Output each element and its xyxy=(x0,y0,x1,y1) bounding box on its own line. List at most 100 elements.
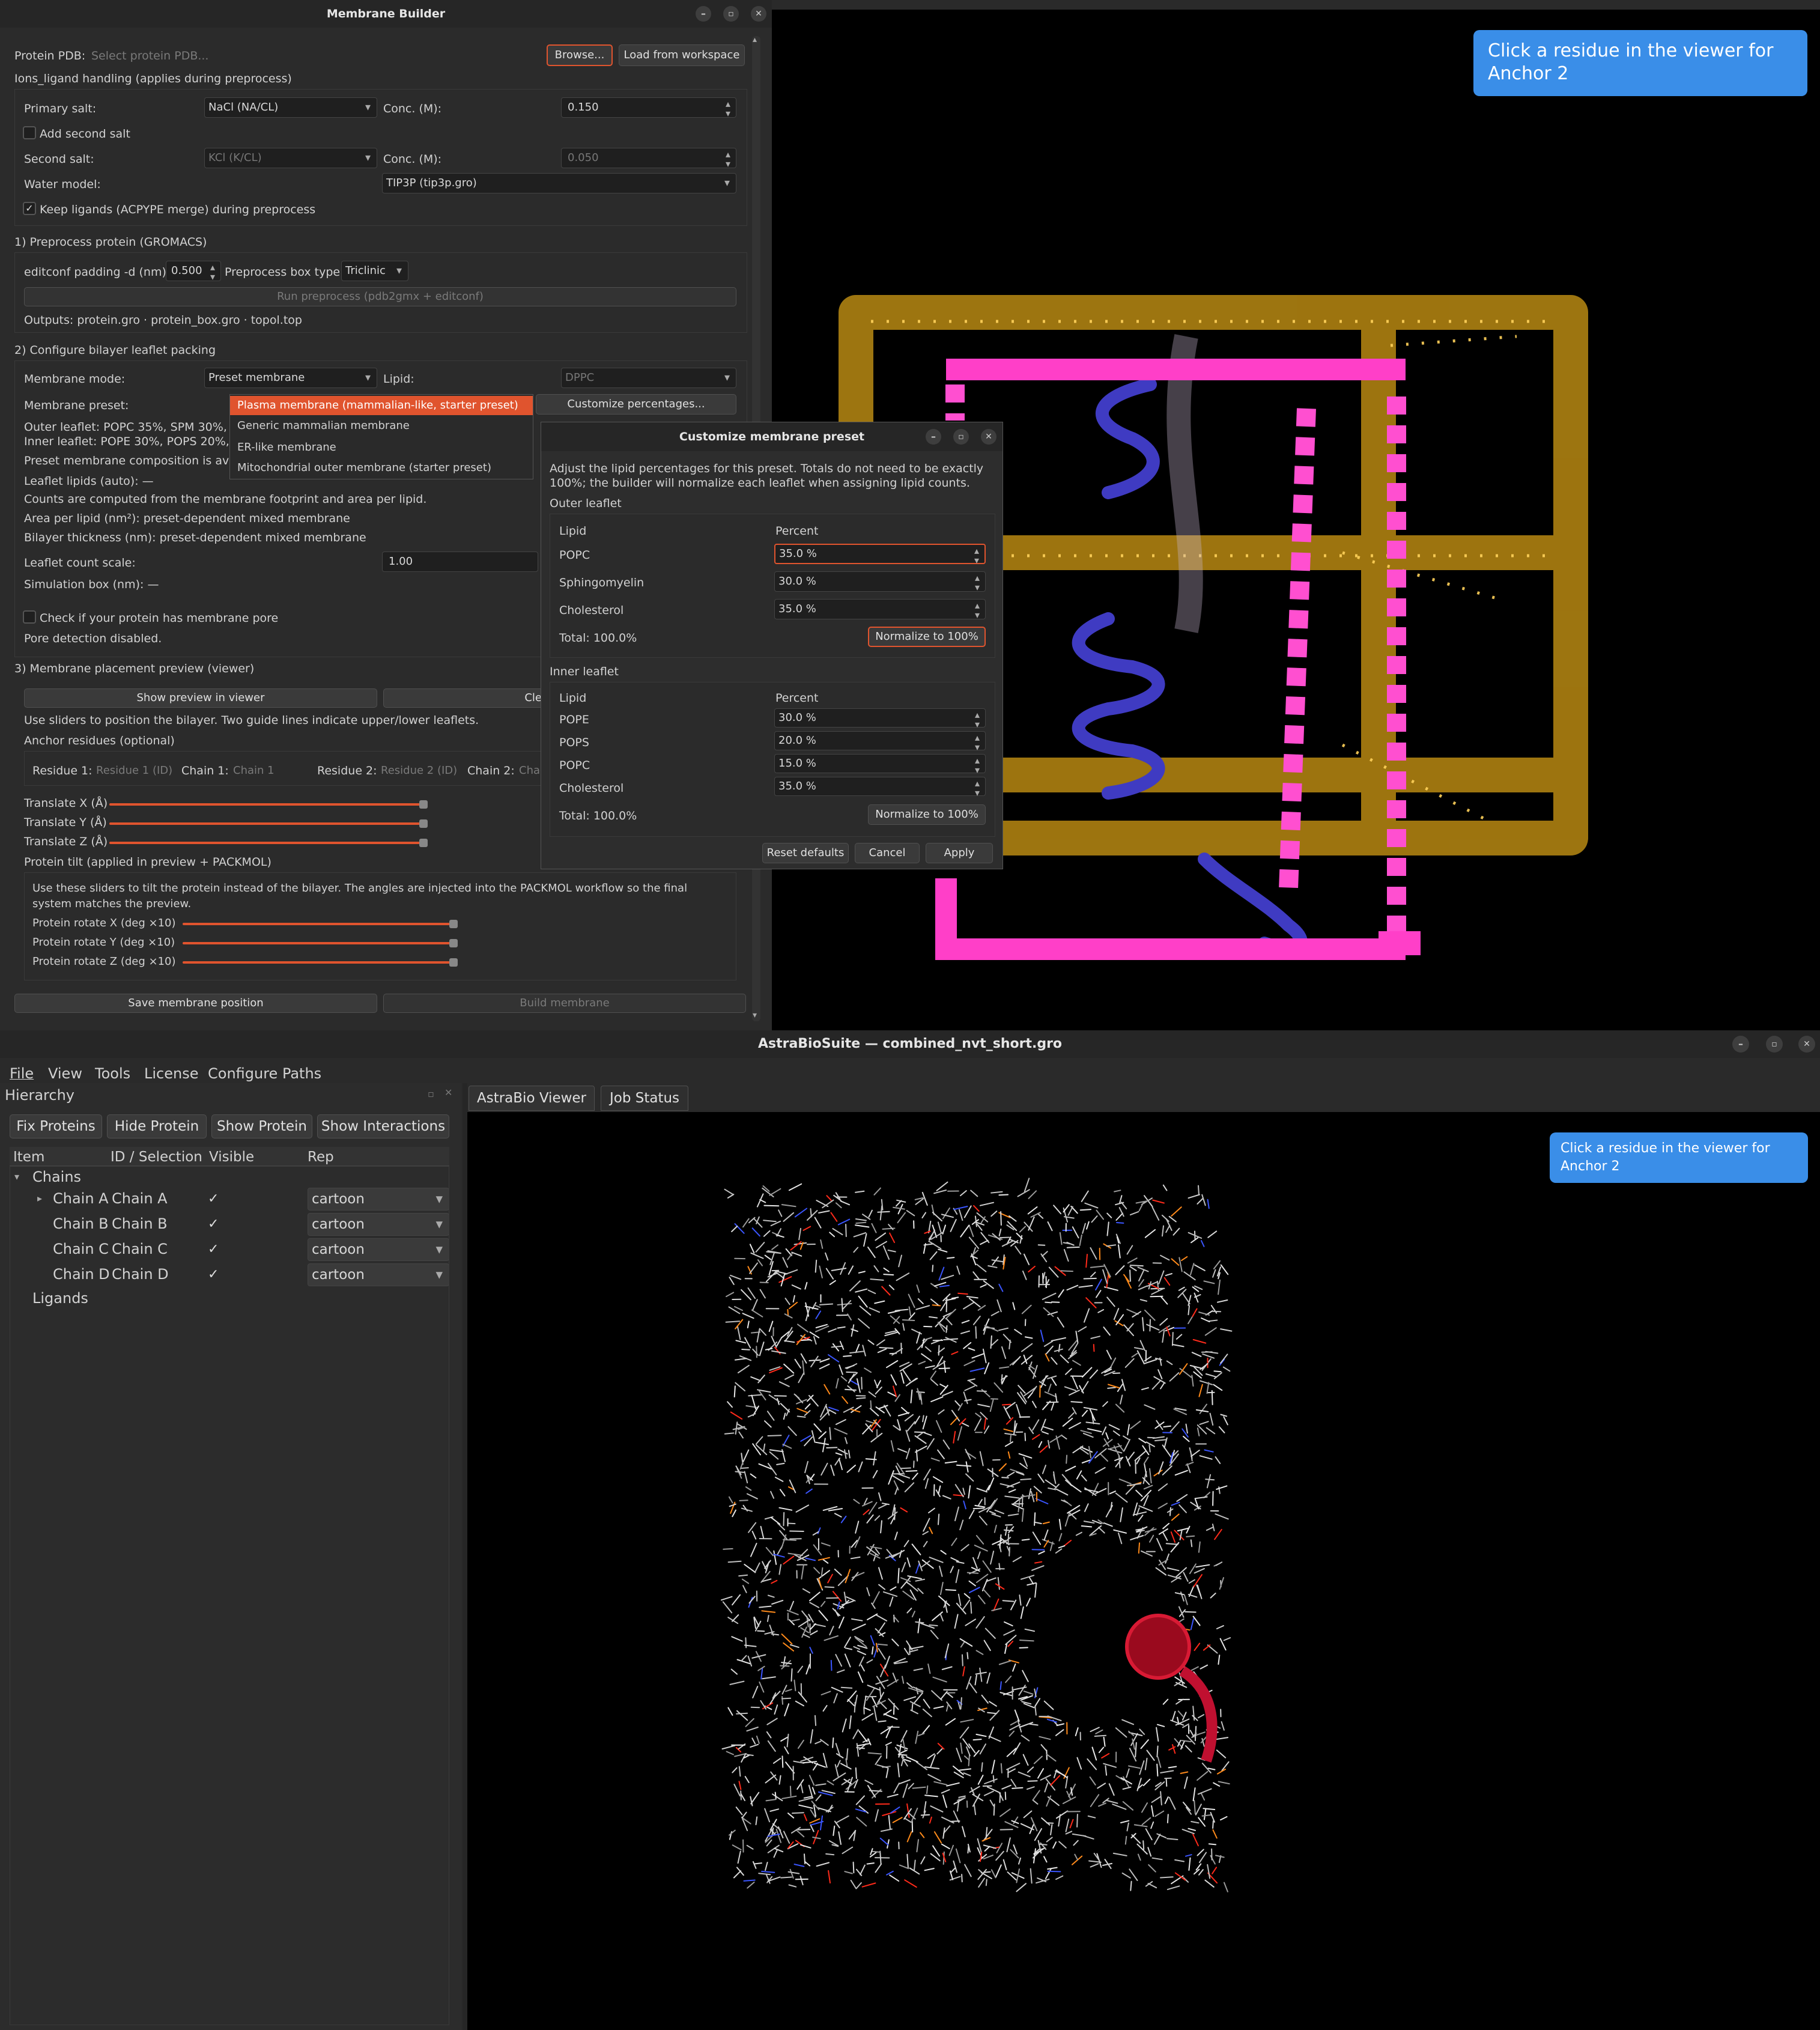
inner-row-percent[interactable]: 35.0 % ▴ ▾ xyxy=(774,777,986,798)
slider-handle[interactable] xyxy=(449,920,458,928)
panel-float-icon[interactable]: ▫ xyxy=(428,1088,434,1099)
inner-row-percent[interactable]: 20.0 % ▴ ▾ xyxy=(774,731,986,752)
load-from-workspace-button[interactable]: Load from workspace xyxy=(619,44,745,66)
col-rep[interactable]: Rep xyxy=(308,1149,334,1165)
water-model-select[interactable]: TIP3P (tip3p.gro) ▾ xyxy=(382,173,736,193)
close-icon[interactable]: ✕ xyxy=(751,6,766,22)
inner-row-percent-value: 35.0 % xyxy=(778,780,816,792)
add-second-salt-checkbox[interactable] xyxy=(23,126,36,139)
rotate-z-slider[interactable] xyxy=(183,961,454,964)
maximize-icon[interactable]: ▫ xyxy=(1766,1036,1783,1053)
minimize-icon[interactable]: – xyxy=(926,429,941,445)
preset-option[interactable]: Plasma membrane (mammalian-like, starter… xyxy=(230,396,533,415)
build-membrane-button[interactable]: Build membrane xyxy=(383,994,746,1013)
spin-down-icon[interactable]: ▾ xyxy=(975,583,980,592)
menu-tools[interactable]: Tools xyxy=(95,1065,130,1082)
membrane-pore-checkbox[interactable] xyxy=(23,610,36,624)
show-protein-button[interactable]: Show Protein xyxy=(211,1114,312,1138)
preprocess-section-title: 1) Preprocess protein (GROMACS) xyxy=(14,236,207,249)
residue-1-input[interactable]: Residue 1 (ID) xyxy=(96,764,172,777)
show-preview-button[interactable]: Show preview in viewer xyxy=(24,688,377,708)
protein-pdb-input[interactable]: Select protein PDB... xyxy=(91,49,208,62)
translate-y-slider[interactable] xyxy=(109,822,423,825)
membrane-pore-label: Check if your protein has membrane pore xyxy=(40,612,279,625)
spin-down-icon[interactable]: ▾ xyxy=(210,272,215,282)
slider-handle[interactable] xyxy=(419,819,428,828)
close-icon[interactable]: ✕ xyxy=(1798,1036,1815,1053)
scroll-down-icon[interactable]: ▾ xyxy=(753,1010,757,1020)
spin-down-icon[interactable]: ▾ xyxy=(975,743,980,752)
tab-job-status[interactable]: Job Status xyxy=(601,1086,688,1111)
slider-handle[interactable] xyxy=(449,939,458,947)
col-item[interactable]: Item xyxy=(13,1149,44,1165)
translate-x-slider[interactable] xyxy=(109,803,423,806)
spin-down-icon[interactable]: ▾ xyxy=(726,109,730,118)
inner-row-percent[interactable]: 30.0 % ▴ ▾ xyxy=(774,708,986,729)
menu-view[interactable]: View xyxy=(48,1065,82,1082)
tab-astrabio-viewer[interactable]: AstraBio Viewer xyxy=(469,1086,595,1111)
lipid-select[interactable]: DPPC ▾ xyxy=(561,368,736,388)
second-salt-select[interactable]: KCl (K/CL) ▾ xyxy=(204,148,377,168)
editconf-spin[interactable]: 0.500 ▴ ▾ xyxy=(166,261,221,282)
menu-configure-paths[interactable]: Configure Paths xyxy=(208,1065,321,1082)
chevron-down-icon: ▾ xyxy=(365,371,371,384)
maximize-icon[interactable]: ▫ xyxy=(723,6,739,22)
browse-button[interactable]: Browse... xyxy=(547,44,613,66)
second-conc-spin[interactable]: 0.050 ▴ ▾ xyxy=(561,148,736,169)
slider-handle[interactable] xyxy=(419,800,428,809)
spin-down-icon[interactable]: ▾ xyxy=(726,159,730,169)
primary-conc-spin[interactable]: 0.150 ▴ ▾ xyxy=(561,97,736,118)
preset-option[interactable]: ER-like membrane xyxy=(230,438,533,457)
save-membrane-position-button[interactable]: Save membrane position xyxy=(14,994,377,1013)
hide-protein-button[interactable]: Hide Protein xyxy=(107,1114,207,1138)
menu-file[interactable]: File xyxy=(10,1065,34,1082)
chain-2-input[interactable]: Chai xyxy=(519,764,543,777)
primary-salt-select[interactable]: NaCl (NA/CL) ▾ xyxy=(204,97,377,118)
bottom-viewer[interactable]: Click a residue in the viewer for Anchor… xyxy=(467,1112,1820,2030)
minimize-icon[interactable]: – xyxy=(1732,1036,1749,1053)
apply-button[interactable]: Apply xyxy=(926,843,993,863)
spin-down-icon[interactable]: ▾ xyxy=(975,720,980,729)
outer-normalize-button[interactable]: Normalize to 100% xyxy=(868,627,986,647)
col-id-selection[interactable]: ID / Selection xyxy=(111,1149,202,1165)
keep-ligands-checkbox[interactable]: ✓ xyxy=(23,202,36,215)
clear-preview-button[interactable]: Clea xyxy=(383,688,551,708)
translate-z-slider[interactable] xyxy=(109,842,423,844)
reset-defaults-button[interactable]: Reset defaults xyxy=(762,843,849,863)
inner-normalize-button[interactable]: Normalize to 100% xyxy=(868,804,986,825)
outer-row-percent[interactable]: 35.0 % ▴ ▾ xyxy=(774,599,986,620)
spin-down-icon[interactable]: ▾ xyxy=(975,765,980,775)
anchor-tooltip: Click a residue in the viewer for Anchor… xyxy=(1473,30,1807,96)
chain-1-input[interactable]: Chain 1 xyxy=(233,764,275,777)
inner-row-percent[interactable]: 15.0 % ▴ ▾ xyxy=(774,754,986,775)
show-interactions-button[interactable]: Show Interactions xyxy=(317,1114,449,1138)
protein-pdb-label: Protein PDB: xyxy=(14,49,86,62)
preset-option[interactable]: Generic mammalian membrane xyxy=(230,416,533,436)
rotate-y-slider[interactable] xyxy=(183,942,454,944)
cancel-button[interactable]: Cancel xyxy=(855,843,920,863)
menu-license[interactable]: License xyxy=(144,1065,198,1082)
anchor-tooltip: Click a residue in the viewer for Anchor… xyxy=(1550,1132,1808,1183)
rotate-x-slider[interactable] xyxy=(183,923,454,925)
customize-percentages-button[interactable]: Customize percentages... xyxy=(536,394,736,415)
scroll-up-icon[interactable]: ▴ xyxy=(753,35,757,44)
close-icon[interactable]: ✕ xyxy=(981,429,996,445)
preset-option[interactable]: Mitochondrial outer membrane (starter pr… xyxy=(230,458,533,478)
col-visible[interactable]: Visible xyxy=(209,1149,254,1165)
residue-2-input[interactable]: Residue 2 (ID) xyxy=(381,764,457,777)
count-scale-spin[interactable]: 1.00 xyxy=(382,552,538,572)
run-preprocess-button[interactable]: Run preprocess (pdb2gmx + editconf) xyxy=(24,287,736,306)
outer-row-percent[interactable]: 30.0 % ▴ ▾ xyxy=(774,571,986,592)
fix-proteins-button[interactable]: Fix Proteins xyxy=(10,1114,102,1138)
membrane-mode-select[interactable]: Preset membrane ▾ xyxy=(204,368,377,388)
spin-down-icon[interactable]: ▾ xyxy=(975,788,980,798)
slider-handle[interactable] xyxy=(419,839,428,847)
outer-row-percent[interactable]: 35.0 % ▴ ▾ xyxy=(774,544,986,565)
spin-down-icon[interactable]: ▾ xyxy=(974,556,979,565)
minimize-icon[interactable]: – xyxy=(696,6,711,22)
panel-close-icon[interactable]: ✕ xyxy=(444,1087,452,1098)
maximize-icon[interactable]: ▫ xyxy=(953,429,969,445)
box-type-select[interactable]: Triclinic ▾ xyxy=(341,261,408,281)
slider-handle[interactable] xyxy=(449,958,458,967)
spin-down-icon[interactable]: ▾ xyxy=(975,610,980,620)
